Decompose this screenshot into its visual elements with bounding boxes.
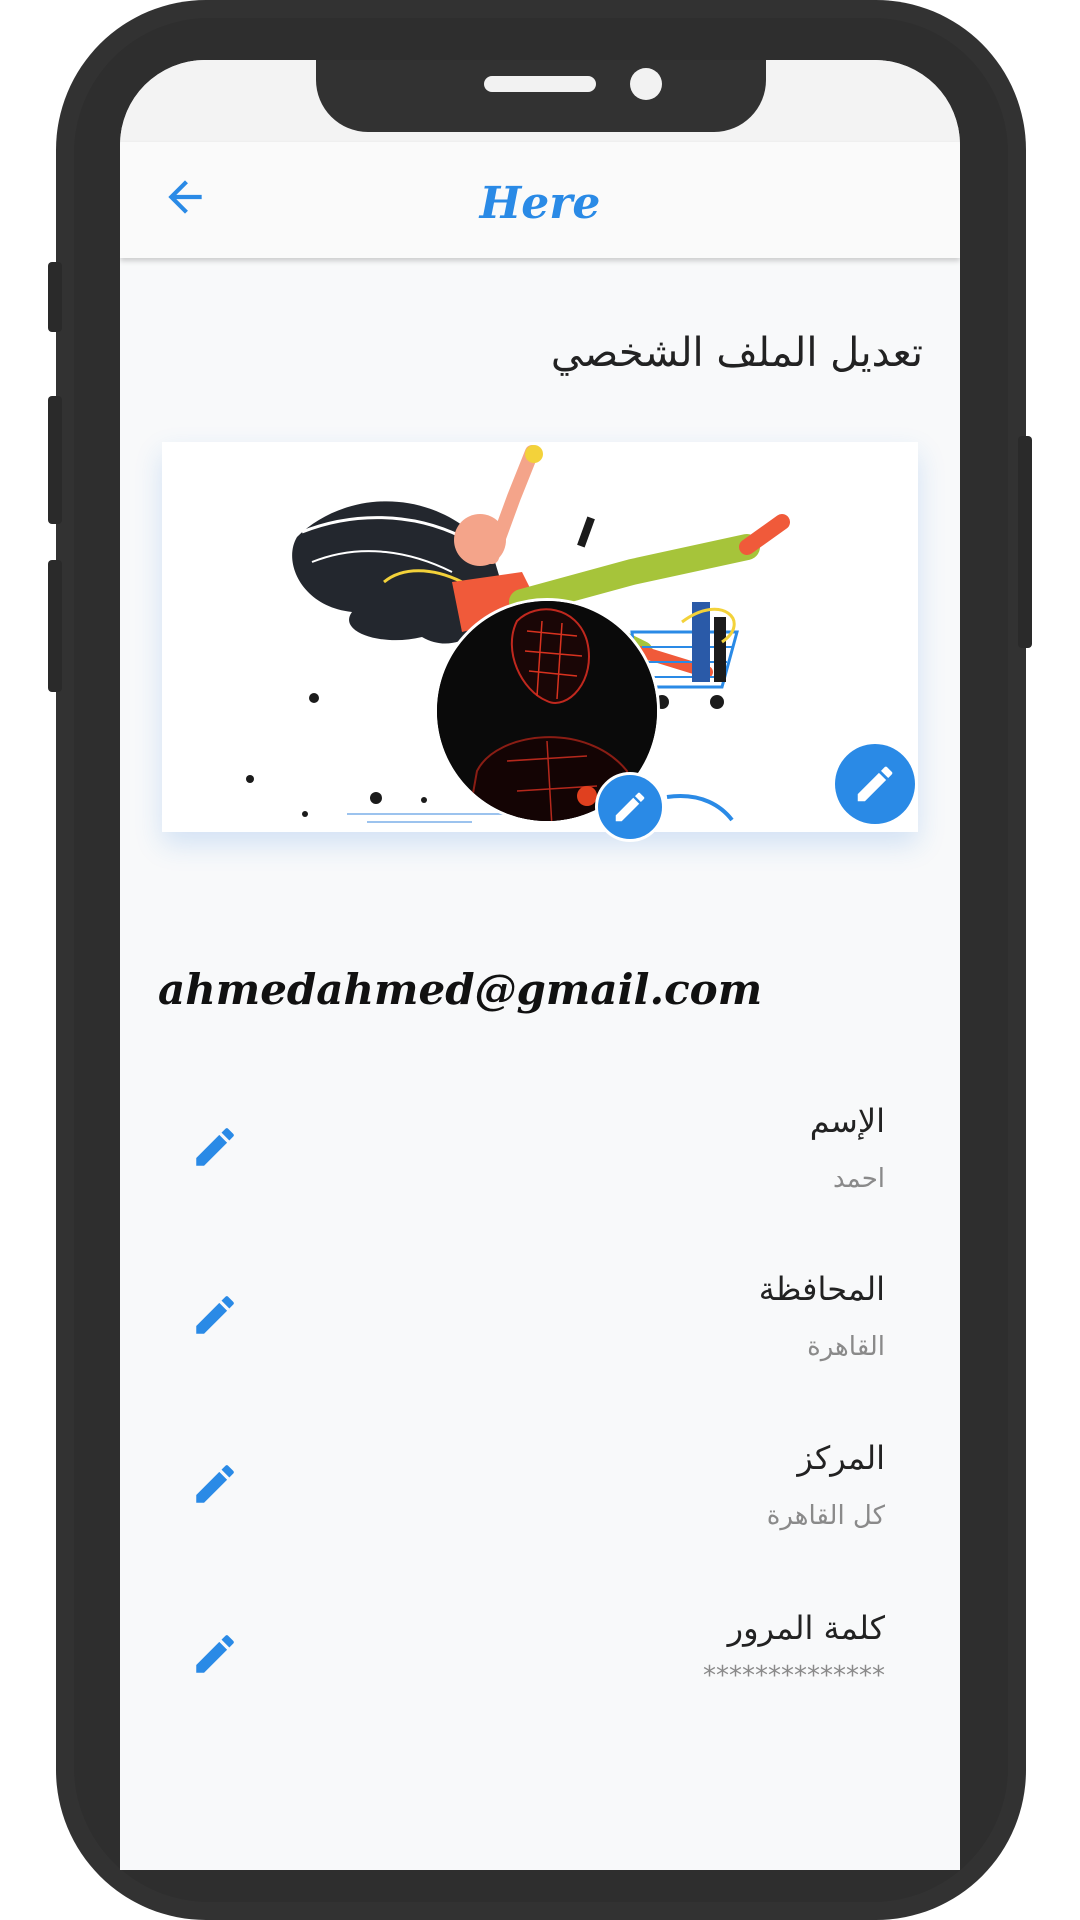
field-label: المحافظة	[758, 1270, 885, 1308]
phone-side-button	[48, 560, 62, 692]
field-value: كل القاهرة	[766, 1501, 885, 1531]
phone-side-button	[48, 262, 62, 332]
field-value: القاهرة	[807, 1332, 885, 1362]
field-district: المركز كل القاهرة	[120, 1439, 960, 1589]
user-email: ahmedahmed@gmail.com	[158, 965, 763, 1014]
field-governorate: المحافظة القاهرة	[120, 1270, 960, 1420]
app-screen: Here تعديل الملف الشخصي ahmedahmed@gmail…	[120, 60, 960, 1870]
field-label: الإسم	[809, 1102, 885, 1140]
front-camera	[630, 68, 662, 100]
app-title: Here	[479, 178, 601, 229]
edit-governorate-button[interactable]	[190, 1290, 240, 1340]
phone-side-button	[48, 396, 62, 524]
app-bar: Here	[120, 142, 960, 258]
phone-side-button	[1018, 436, 1032, 648]
page-title: تعديل الملف الشخصي	[550, 330, 923, 376]
pencil-icon	[196, 1465, 234, 1503]
speaker-grille	[484, 76, 596, 92]
field-label: كلمة المرور	[727, 1609, 885, 1647]
field-label: المركز	[797, 1439, 885, 1477]
edit-password-button[interactable]	[190, 1629, 240, 1679]
field-value: **************	[703, 1661, 885, 1691]
field-name: الإسم احمد	[120, 1102, 960, 1252]
pencil-icon	[857, 766, 893, 802]
edit-district-button[interactable]	[190, 1459, 240, 1509]
pencil-icon	[615, 792, 645, 822]
edit-name-button[interactable]	[190, 1122, 240, 1172]
phone-notch	[316, 60, 766, 132]
edit-avatar-button[interactable]	[595, 772, 665, 842]
pencil-icon	[196, 1296, 234, 1334]
edit-cover-button[interactable]	[835, 744, 915, 824]
field-password: كلمة المرور **************	[120, 1609, 960, 1759]
pencil-icon	[196, 1128, 234, 1166]
field-value: احمد	[833, 1164, 885, 1194]
pencil-icon	[196, 1635, 234, 1673]
